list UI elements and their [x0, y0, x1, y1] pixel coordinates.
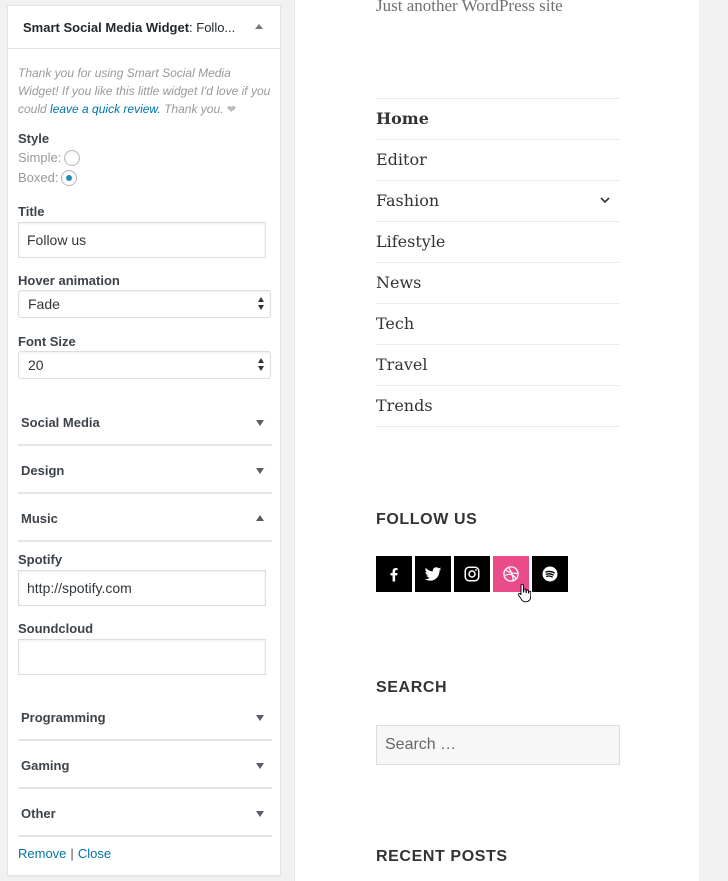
style-boxed-row: Boxed:: [18, 168, 272, 188]
main-menu: Home Editor Fashion Lifestyle News Tech …: [376, 98, 620, 427]
title-group: Title Follow us: [18, 204, 272, 258]
chevron-down-icon[interactable]: [600, 195, 610, 205]
style-group: Style Simple: Boxed:: [18, 131, 272, 188]
recent-posts-heading: RECENT POSTS: [376, 848, 508, 865]
hand-cursor-icon: [517, 583, 531, 603]
spotify-input[interactable]: http://spotify.com: [18, 570, 266, 606]
triangle-down-icon: [254, 416, 266, 428]
widget-title: Smart Social Media Widget: Follo...: [23, 20, 235, 35]
font-size-select[interactable]: 20: [18, 351, 271, 379]
widget-title-bold: Smart Social Media Widget: [23, 20, 190, 35]
menu-item-label: Fashion: [376, 191, 440, 210]
triangle-down-icon: [254, 464, 266, 476]
section-label: Other: [21, 806, 56, 821]
style-boxed-radio[interactable]: [61, 170, 78, 186]
font-size-value: 20: [28, 357, 44, 373]
hover-select[interactable]: Fade: [18, 290, 271, 318]
menu-item-travel[interactable]: Travel: [376, 345, 620, 386]
soundcloud-group: Soundcloud: [18, 621, 272, 675]
triangle-up-icon: [254, 512, 266, 524]
remove-link[interactable]: Remove: [18, 846, 66, 861]
section-label: Design: [21, 463, 65, 478]
close-link[interactable]: Close: [78, 846, 111, 861]
search-input[interactable]: Search …: [376, 725, 620, 765]
facebook-icon[interactable]: [376, 556, 412, 592]
right-gutter: [699, 0, 728, 881]
widget-collapse-toggle[interactable]: [252, 21, 266, 35]
triangle-down-icon: [254, 807, 266, 819]
soundcloud-input[interactable]: [18, 639, 266, 675]
section-social-media[interactable]: Social Media: [18, 398, 272, 446]
style-boxed-label: Boxed:: [18, 170, 59, 185]
title-label: Title: [18, 204, 45, 219]
font-size-label: Font Size: [18, 334, 76, 349]
section-programming[interactable]: Programming: [18, 693, 272, 741]
section-gaming[interactable]: Gaming: [18, 741, 272, 789]
social-icons: [376, 556, 568, 592]
soundcloud-label: Soundcloud: [18, 621, 94, 636]
section-design[interactable]: Design: [18, 446, 272, 494]
section-label: Gaming: [21, 758, 70, 773]
menu-item-news[interactable]: News: [376, 263, 620, 304]
site-tagline: Just another WordPress site: [376, 0, 563, 15]
title-input[interactable]: Follow us: [18, 222, 266, 258]
thanks-post: Thank you.: [160, 102, 227, 116]
menu-item-fashion[interactable]: Fashion: [376, 181, 620, 222]
thanks-text: Thank you for using Smart Social Media W…: [18, 64, 272, 119]
menu-item-trends[interactable]: Trends: [376, 386, 620, 427]
style-simple-label: Simple:: [18, 150, 62, 165]
review-link[interactable]: leave a quick review.: [50, 102, 161, 116]
hover-value: Fade: [28, 296, 60, 312]
hover-group: Hover animation Fade: [18, 273, 272, 318]
follow-heading: FOLLOW US: [376, 511, 478, 528]
actions-separator: |: [70, 846, 74, 861]
section-music[interactable]: Music: [18, 494, 272, 542]
widget-actions: Remove | Close: [18, 846, 111, 861]
section-label: Programming: [21, 710, 106, 725]
instagram-icon[interactable]: [454, 556, 490, 592]
search-heading: SEARCH: [376, 679, 448, 696]
spotify-label: Spotify: [18, 552, 63, 567]
heart-icon: ❤: [226, 104, 237, 116]
hover-label: Hover animation: [18, 273, 120, 288]
style-simple-radio[interactable]: [64, 150, 81, 166]
menu-item-home[interactable]: Home: [376, 99, 620, 140]
select-arrows-icon: [258, 357, 266, 373]
menu-item-lifestyle[interactable]: Lifestyle: [376, 222, 620, 263]
triangle-down-icon: [254, 711, 266, 723]
twitter-icon[interactable]: [415, 556, 451, 592]
section-other[interactable]: Other: [18, 789, 272, 837]
style-simple-row: Simple:: [18, 148, 272, 168]
section-label: Music: [21, 511, 58, 526]
widget-area: Smart Social Media Widget: Follo... Than…: [0, 0, 294, 881]
section-label: Social Media: [21, 415, 100, 430]
widget-thanks: Thank you for using Smart Social Media W…: [18, 64, 272, 119]
triangle-up-icon: [255, 24, 263, 29]
spotify-group: Spotify http://spotify.com: [18, 552, 272, 606]
font-size-group: Font Size 20: [18, 334, 272, 379]
site-preview: Just another WordPress site Home Editor …: [294, 0, 699, 881]
style-label: Style: [18, 131, 50, 146]
widget-header[interactable]: Smart Social Media Widget: Follo...: [8, 6, 280, 49]
menu-item-editor[interactable]: Editor: [376, 140, 620, 181]
menu-item-tech[interactable]: Tech: [376, 304, 620, 345]
widget-title-rest: : Follo...: [189, 20, 236, 35]
select-arrows-icon: [258, 296, 266, 312]
spotify-icon[interactable]: [532, 556, 568, 592]
triangle-down-icon: [254, 759, 266, 771]
widget-panel: Smart Social Media Widget: Follo... Than…: [7, 5, 281, 876]
